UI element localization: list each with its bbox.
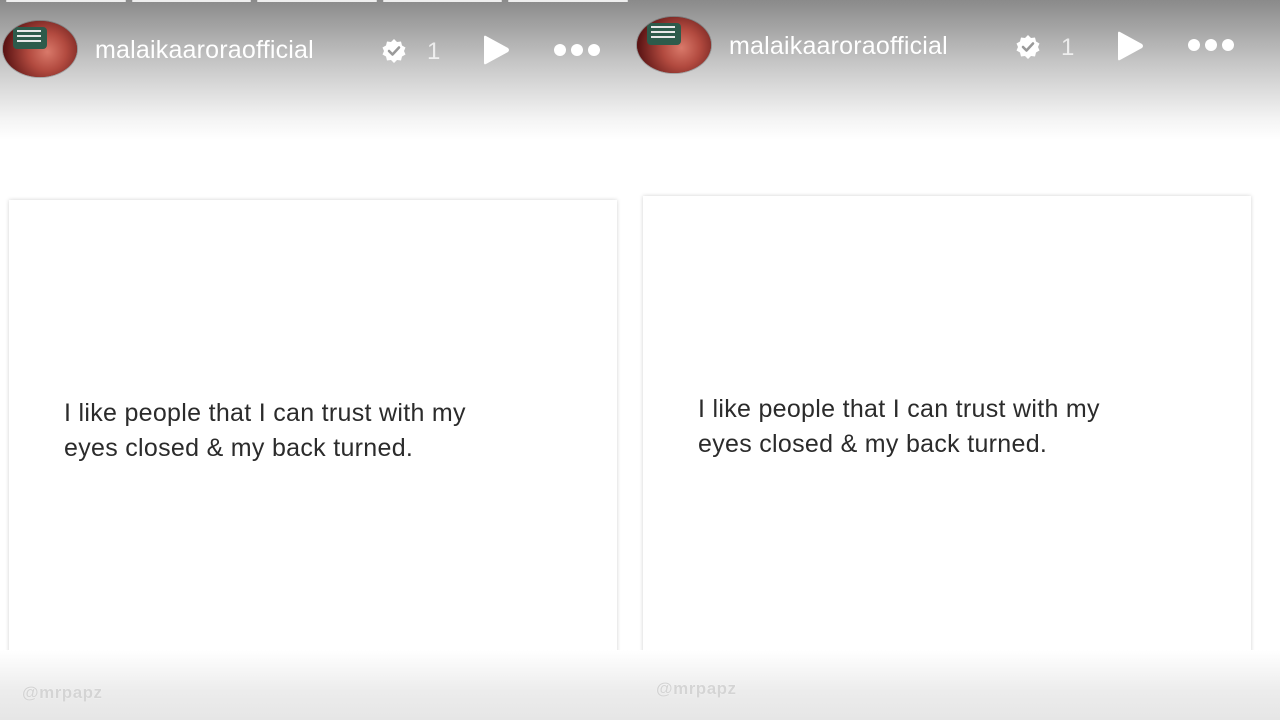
quote-line: I like people that I can trust with my [64, 399, 466, 427]
watermark: @mrpapz [656, 679, 737, 698]
quote-line: eyes closed & my back turned. [698, 430, 1048, 458]
quote-text: I like people that I can trust with my e… [698, 392, 1100, 462]
progress-segment [131, 0, 252, 2]
quote-card: I like people that I can trust with my e… [9, 200, 617, 662]
quote-line: eyes closed & my back turned. [64, 434, 414, 462]
header-gradient [634, 0, 1280, 140]
story-count: 1 [1061, 34, 1075, 61]
play-icon[interactable] [479, 34, 511, 66]
avatar-image [17, 30, 41, 32]
quote-text: I like people that I can trust with my e… [64, 396, 466, 466]
progress-segment [508, 0, 628, 2]
username-link[interactable]: malaikaaroraofficial [95, 36, 314, 65]
avatar[interactable] [637, 17, 711, 73]
progress-segment [6, 0, 126, 2]
quote-line: I like people that I can trust with my [698, 395, 1100, 423]
story-count: 1 [427, 38, 441, 65]
story-panel-right: malaikaaroraofficial 1 I like people tha… [634, 0, 1280, 720]
progress-segment [382, 0, 503, 2]
avatar[interactable] [3, 21, 77, 77]
story-progress-bar [0, 0, 634, 3]
play-icon[interactable] [1113, 30, 1145, 62]
more-icon[interactable] [1187, 37, 1235, 53]
verified-badge-icon [382, 39, 406, 63]
more-icon[interactable] [553, 42, 601, 58]
story-panel-left: malaikaaroraofficial 1 I like people tha… [0, 0, 634, 720]
quote-card: I like people that I can trust with my e… [643, 196, 1251, 658]
progress-segment [257, 0, 377, 2]
watermark: @mrpapz [22, 683, 103, 702]
username-link[interactable]: malaikaaroraofficial [729, 32, 948, 61]
avatar-image [651, 26, 675, 28]
verified-badge-icon [1016, 35, 1040, 59]
header-gradient [0, 0, 634, 140]
